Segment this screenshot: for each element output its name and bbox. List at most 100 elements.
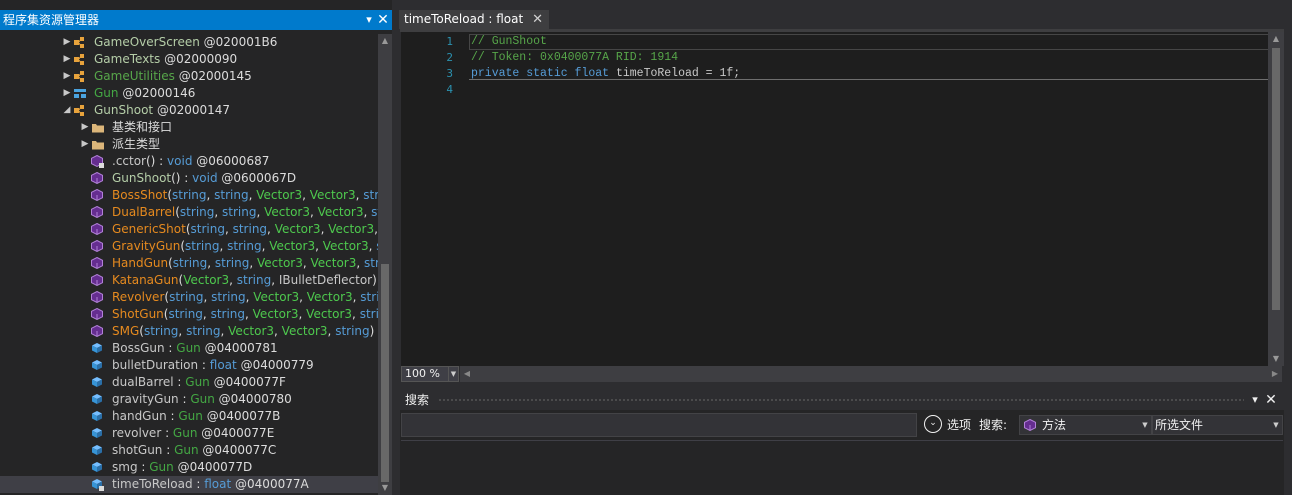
scroll-up-icon[interactable]: ▲ bbox=[378, 34, 392, 48]
folder-icon bbox=[91, 121, 105, 134]
close-icon[interactable]: ✕ bbox=[1264, 390, 1278, 410]
tree-item[interactable]: KatanaGun(Vector3, string, IBulletDeflec… bbox=[0, 272, 378, 289]
tree-vertical-scrollbar[interactable]: ▲ ▼ bbox=[378, 34, 392, 495]
search-scope-value: 所选文件 bbox=[1155, 418, 1204, 432]
window-menu-icon[interactable]: ▾ bbox=[362, 10, 376, 30]
explorer-title: 程序集资源管理器 bbox=[3, 13, 100, 27]
tree-item-label: DualBarrel(string, string, Vector3, Vect… bbox=[112, 205, 378, 219]
tree-item[interactable]: handGun : Gun @0400077B bbox=[0, 408, 378, 425]
tree-item[interactable]: GenericShot(string, string, Vector3, Vec… bbox=[0, 221, 378, 238]
code-line: // Token: 0x0400077A RID: 1914 bbox=[471, 51, 679, 64]
window-right-edge bbox=[1284, 0, 1292, 495]
tree-item-label: gravityGun : Gun @04000780 bbox=[112, 392, 292, 406]
collapse-icon[interactable]: ◢ bbox=[62, 102, 72, 119]
scrollbar-thumb[interactable] bbox=[381, 264, 389, 482]
field-icon bbox=[91, 444, 105, 457]
search-input[interactable] bbox=[401, 413, 917, 437]
method-icon bbox=[91, 290, 105, 304]
tree-item-label: ShotGun(string, string, Vector3, Vector3… bbox=[112, 307, 378, 321]
chevron-down-icon[interactable]: ▼ bbox=[1139, 416, 1151, 434]
method-icon bbox=[91, 222, 105, 236]
class-icon bbox=[73, 36, 87, 49]
window-menu-icon[interactable]: ▾ bbox=[1248, 390, 1262, 410]
tree-item-label: 基类和接口 bbox=[112, 120, 173, 134]
explorer-title-bar: 程序集资源管理器 ▾ ✕ bbox=[0, 10, 392, 30]
tree-item[interactable]: ▶ 基类和接口 bbox=[0, 119, 378, 136]
tree-item[interactable]: revolver : Gun @0400077E bbox=[0, 425, 378, 442]
scrollbar-thumb[interactable] bbox=[1272, 48, 1280, 310]
tab-time-to-reload[interactable]: timeToReload : float ✕ bbox=[399, 10, 549, 29]
tree-item[interactable]: BossShot(string, string, Vector3, Vector… bbox=[0, 187, 378, 204]
tree-item-label: handGun : Gun @0400077B bbox=[112, 409, 281, 423]
tree-item[interactable]: GravityGun(string, string, Vector3, Vect… bbox=[0, 238, 378, 255]
tree-item-label: GunShoot @02000147 bbox=[94, 103, 231, 117]
tree-item-label: Gun @02000146 bbox=[94, 86, 196, 100]
scroll-right-icon[interactable]: ▶ bbox=[1268, 366, 1282, 382]
tree-item[interactable]: bulletDuration : float @04000779 bbox=[0, 357, 378, 374]
tree-item[interactable]: ◢ GunShoot @02000147 bbox=[0, 102, 378, 119]
tree-item-label: dualBarrel : Gun @0400077F bbox=[112, 375, 286, 389]
tree-item-label: revolver : Gun @0400077E bbox=[112, 426, 275, 440]
expand-icon[interactable]: ▶ bbox=[80, 119, 90, 136]
tree-item[interactable]: ▶ GameTexts @02000090 bbox=[0, 51, 378, 68]
scroll-up-icon[interactable]: ▲ bbox=[1268, 32, 1284, 46]
line-number: 1 bbox=[446, 35, 453, 48]
tree-item[interactable]: BossGun : Gun @04000781 bbox=[0, 340, 378, 357]
expand-icon[interactable]: ▶ bbox=[62, 85, 72, 102]
scroll-down-icon[interactable]: ▼ bbox=[1268, 352, 1284, 366]
tree-item[interactable]: ▶ Gun @02000146 bbox=[0, 85, 378, 102]
drag-grip[interactable] bbox=[438, 398, 1244, 402]
search-panel: ⌄ 选项 搜索: 方法 ▼ 所选文件 ▼ bbox=[400, 410, 1284, 495]
close-icon[interactable]: ✕ bbox=[376, 10, 390, 30]
assembly-tree: ▶ GameOverScreen @020001B6 ▶ GameTexts @020… bbox=[0, 34, 378, 495]
search-scope-select[interactable]: 所选文件 ▼ bbox=[1152, 415, 1283, 435]
expand-icon[interactable]: ▶ bbox=[62, 68, 72, 85]
tree-item-label: shotGun : Gun @0400077C bbox=[112, 443, 277, 457]
line-number: 3 bbox=[446, 67, 453, 80]
scroll-down-icon[interactable]: ▼ bbox=[378, 481, 392, 495]
search-type-select[interactable]: 方法 ▼ bbox=[1019, 415, 1152, 435]
code-line: // GunShoot bbox=[471, 35, 547, 48]
code-editor[interactable]: 1 2 3 4 // GunShoot // Token: 0x0400077A… bbox=[400, 32, 1284, 366]
tree-item-label: Revolver(string, string, Vector3, Vector… bbox=[112, 290, 378, 304]
zoom-select[interactable]: 100 % ▼ bbox=[401, 366, 459, 382]
options-button[interactable]: ⌄ 选项 bbox=[924, 413, 976, 437]
method-icon bbox=[91, 239, 105, 253]
static-method-icon bbox=[91, 154, 105, 168]
tree-item[interactable]: dualBarrel : Gun @0400077F bbox=[0, 374, 378, 391]
tree-item[interactable]: timeToReload : float @0400077A bbox=[0, 476, 378, 493]
zoom-value: 100 % bbox=[405, 367, 440, 380]
chevron-down-icon[interactable]: ▼ bbox=[448, 367, 458, 381]
tree-item[interactable]: ▶ 派生类型 bbox=[0, 136, 378, 153]
tree-item[interactable]: ShotGun(string, string, Vector3, Vector3… bbox=[0, 306, 378, 323]
expand-icon[interactable]: ▶ bbox=[80, 136, 90, 153]
expand-icon[interactable]: ▶ bbox=[62, 51, 72, 68]
tree-item[interactable]: ▶ GameUtilities @02000145 bbox=[0, 68, 378, 85]
field-icon bbox=[91, 342, 105, 355]
tree-item[interactable]: ▶ GameOverScreen @020001B6 bbox=[0, 34, 378, 51]
line-number-gutter: 1 2 3 4 bbox=[401, 32, 461, 366]
scroll-left-icon[interactable]: ◀ bbox=[460, 366, 474, 382]
tree-item[interactable]: GunShoot() : void @0600067D bbox=[0, 170, 378, 187]
static-field-icon bbox=[91, 478, 105, 491]
expand-icon[interactable]: ▶ bbox=[62, 34, 72, 51]
method-icon bbox=[91, 307, 105, 321]
tree-item-label: SMG(string, string, Vector3, Vector3, st… bbox=[112, 324, 378, 338]
tree-item[interactable]: SMG(string, string, Vector3, Vector3, st… bbox=[0, 323, 378, 340]
search-results-list[interactable] bbox=[401, 440, 1283, 495]
chevron-down-icon[interactable]: ▼ bbox=[1270, 416, 1282, 434]
tab-label: timeToReload : float bbox=[404, 12, 524, 26]
tree-item[interactable]: HandGun(string, string, Vector3, Vector3… bbox=[0, 255, 378, 272]
tab-close-icon[interactable]: ✕ bbox=[532, 10, 543, 29]
tree-item[interactable]: Revolver(string, string, Vector3, Vector… bbox=[0, 289, 378, 306]
editor-vertical-scrollbar[interactable]: ▲ ▼ bbox=[1268, 32, 1284, 366]
tree-item-label: BossShot(string, string, Vector3, Vector… bbox=[112, 188, 378, 202]
tree-item[interactable]: gravityGun : Gun @04000780 bbox=[0, 391, 378, 408]
editor-horizontal-scrollbar[interactable]: ◀ ▶ bbox=[460, 366, 1282, 382]
tree-item[interactable]: DualBarrel(string, string, Vector3, Vect… bbox=[0, 204, 378, 221]
tree-item[interactable]: shotGun : Gun @0400077C bbox=[0, 442, 378, 459]
field-icon bbox=[91, 393, 105, 406]
tree-item[interactable]: smg : Gun @0400077D bbox=[0, 459, 378, 476]
field-icon bbox=[91, 359, 105, 372]
tree-item[interactable]: .cctor() : void @06000687 bbox=[0, 153, 378, 170]
